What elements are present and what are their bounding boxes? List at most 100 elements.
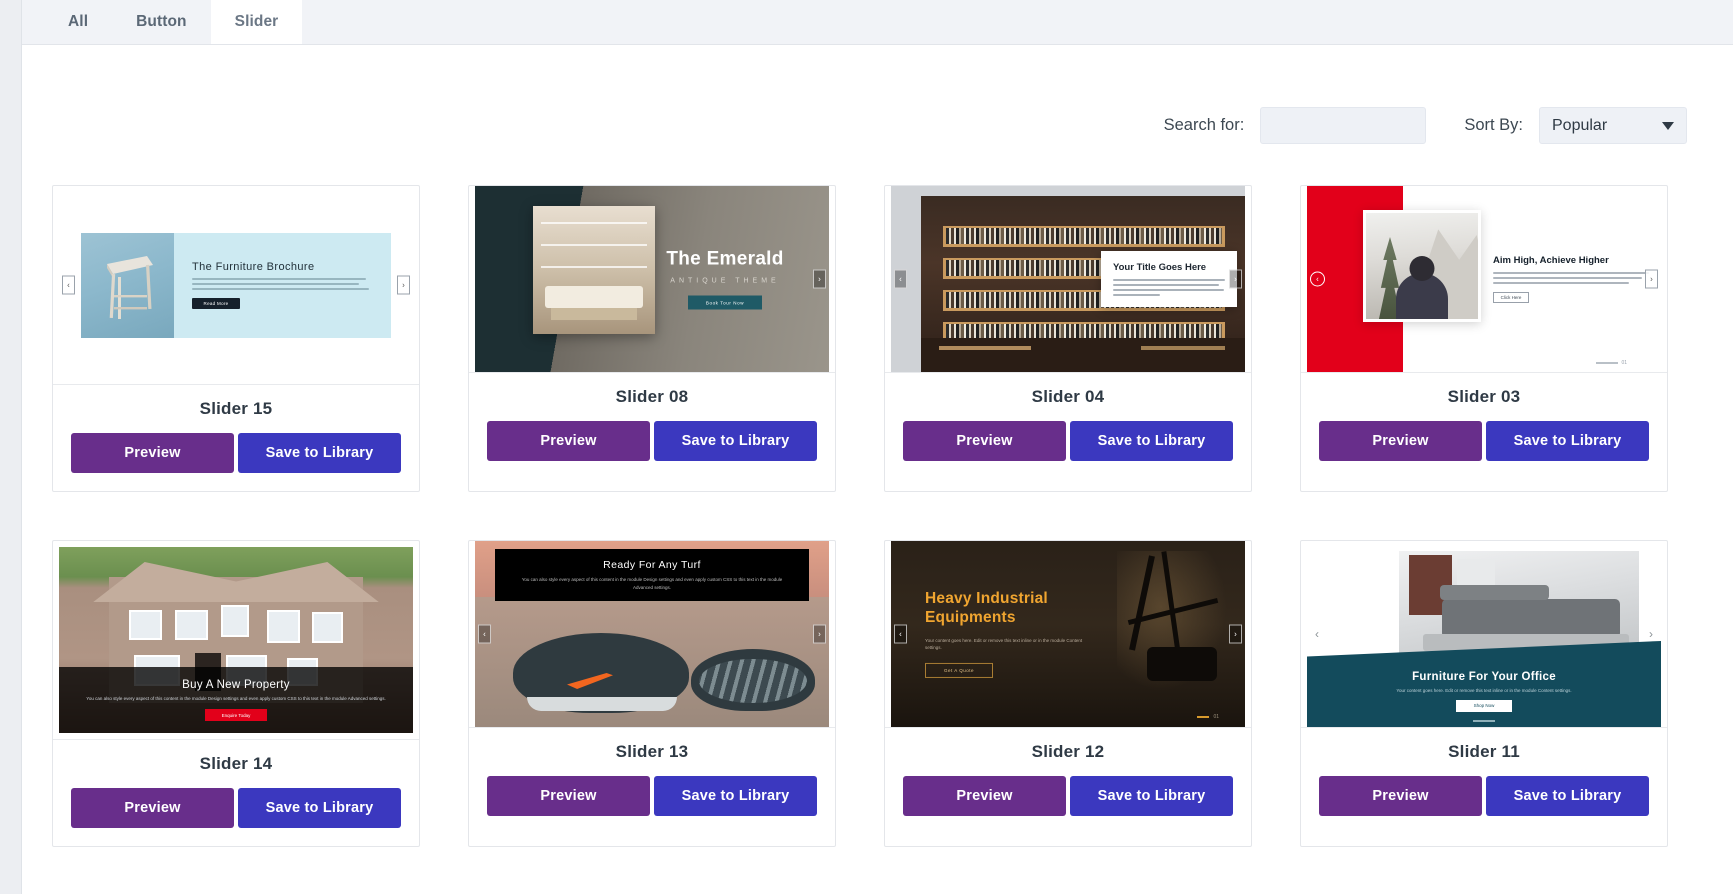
main-content: Search for: Sort By: Popular The Furnitu… bbox=[22, 45, 1733, 894]
next-arrow-icon[interactable]: › bbox=[813, 624, 826, 644]
prev-arrow-icon[interactable]: ‹ bbox=[62, 275, 75, 295]
slide-body-lines bbox=[1113, 279, 1225, 296]
preview-button[interactable]: Preview bbox=[903, 421, 1066, 461]
preview-button[interactable]: Preview bbox=[903, 776, 1066, 816]
slider-card: The Furniture Brochure Your content goes… bbox=[52, 185, 420, 492]
slide-heading: Ready For Any Turf bbox=[603, 559, 701, 572]
slide-cta-button[interactable]: Click Here bbox=[1493, 292, 1529, 303]
slide-cta-button[interactable]: Book Tour Now bbox=[688, 295, 762, 310]
tab-all[interactable]: All bbox=[44, 0, 112, 44]
slider-stage: Furniture For Your Office Your content g… bbox=[1307, 541, 1661, 727]
card-footer: Slider 14 Preview Save to Library bbox=[53, 739, 419, 846]
slide-cta-button[interactable]: Read More bbox=[192, 298, 240, 309]
slide-pager[interactable] bbox=[1473, 720, 1495, 722]
card-title: Slider 04 bbox=[1031, 387, 1105, 406]
slide-heading: Furniture For Your Office bbox=[1412, 670, 1556, 683]
filter-toolbar: Search for: Sort By: Popular bbox=[1164, 107, 1687, 144]
aim-high-text-block: Aim High, Achieve Higher Your content go… bbox=[1493, 255, 1651, 303]
mountain-hiker-image bbox=[1363, 210, 1481, 322]
next-arrow-icon[interactable]: › bbox=[813, 269, 826, 289]
card-preview-slider-11[interactable]: Furniture For Your Office Your content g… bbox=[1307, 541, 1661, 727]
tab-button-label: Button bbox=[136, 13, 187, 30]
save-to-library-button[interactable]: Save to Library bbox=[238, 788, 401, 828]
slide-cta-button[interactable]: Enquire Today bbox=[205, 709, 267, 722]
industrial-crane-image bbox=[1117, 551, 1227, 691]
slide-cta-button[interactable]: Shop Now bbox=[1456, 699, 1512, 712]
slide-cta-label: Enquire Today bbox=[221, 712, 251, 718]
next-arrow-icon[interactable]: › bbox=[1229, 269, 1242, 289]
furniture-stool-image bbox=[81, 232, 174, 338]
save-to-library-button[interactable]: Save to Library bbox=[238, 433, 401, 473]
prev-arrow-icon[interactable]: ‹ bbox=[894, 269, 907, 289]
slider-card: Buy A New Property You can also style ev… bbox=[52, 540, 420, 847]
slide-heading: Heavy Industrial Equipments bbox=[925, 589, 1048, 626]
next-arrow-icon[interactable]: › bbox=[1229, 624, 1242, 644]
card-title: Slider 08 bbox=[615, 387, 689, 406]
tab-strip: All Button Slider bbox=[22, 0, 1733, 45]
card-preview-slider-03[interactable]: Aim High, Achieve Higher Your content go… bbox=[1307, 186, 1661, 372]
prev-arrow-icon[interactable]: ‹ bbox=[478, 624, 491, 644]
card-preview-slider-04[interactable]: Your Title Goes Here Your content goes h… bbox=[891, 186, 1245, 372]
prev-arrow-icon[interactable]: ‹ bbox=[1315, 627, 1319, 641]
preview-button[interactable]: Preview bbox=[1319, 776, 1482, 816]
sort-group: Sort By: Popular bbox=[1464, 107, 1687, 144]
slide-pager[interactable]: 01 bbox=[1197, 714, 1219, 720]
slider-card: Heavy Industrial Equipments Your content… bbox=[884, 540, 1252, 847]
office-text-block: Furniture For Your Office Your content g… bbox=[1307, 641, 1661, 727]
slider-stage: The Emerald ANTIQUE THEME Book Tour Now … bbox=[475, 186, 829, 372]
card-preview-slider-15[interactable]: The Furniture Brochure Your content goes… bbox=[59, 192, 413, 378]
card-preview-slider-08[interactable]: The Emerald ANTIQUE THEME Book Tour Now … bbox=[475, 186, 829, 372]
slider-card: Furniture For Your Office Your content g… bbox=[1300, 540, 1668, 847]
turf-overlay-box: Ready For Any Turf You can also style ev… bbox=[495, 549, 809, 601]
card-preview-slider-12[interactable]: Heavy Industrial Equipments Your content… bbox=[891, 541, 1245, 727]
search-input[interactable] bbox=[1260, 107, 1427, 144]
slide-cta-label: Get A Quote bbox=[943, 668, 975, 674]
tab-button[interactable]: Button bbox=[112, 0, 211, 44]
slide-cta-button[interactable]: Get A Quote bbox=[925, 663, 993, 679]
prev-arrow-icon[interactable]: ‹ bbox=[1310, 271, 1325, 287]
preview-button[interactable]: Preview bbox=[71, 788, 234, 828]
card-actions: Preview Save to Library bbox=[903, 421, 1233, 461]
person-shape bbox=[1396, 273, 1448, 319]
title-card: Your Title Goes Here Your content goes h… bbox=[1101, 251, 1237, 307]
slide-body-text: You can also style every aspect of this … bbox=[521, 577, 783, 590]
office-furniture-image bbox=[1399, 551, 1639, 655]
pager-number: 01 bbox=[1621, 360, 1627, 366]
save-to-library-button[interactable]: Save to Library bbox=[1486, 421, 1649, 461]
card-footer: Slider 04 Preview Save to Library bbox=[885, 372, 1251, 479]
next-arrow-icon[interactable]: › bbox=[1649, 627, 1653, 641]
next-arrow-icon[interactable]: › bbox=[1645, 269, 1658, 289]
card-title: Slider 11 bbox=[1448, 742, 1520, 761]
tab-slider[interactable]: Slider bbox=[210, 0, 303, 44]
stool-illustration bbox=[106, 256, 153, 319]
card-preview-slider-13[interactable]: Ready For Any Turf You can also style ev… bbox=[475, 541, 829, 727]
preview-button[interactable]: Preview bbox=[487, 421, 650, 461]
save-to-library-button[interactable]: Save to Library bbox=[1070, 421, 1233, 461]
slide-pager[interactable]: 01 bbox=[1596, 360, 1627, 366]
industrial-text-block: Heavy Industrial Equipments Your content… bbox=[925, 589, 1100, 679]
save-to-library-button[interactable]: Save to Library bbox=[1070, 776, 1233, 816]
save-to-library-button[interactable]: Save to Library bbox=[654, 421, 817, 461]
slide-body-lines bbox=[192, 278, 373, 290]
next-arrow-icon[interactable]: › bbox=[397, 275, 410, 295]
card-footer: Slider 13 Preview Save to Library bbox=[469, 727, 835, 834]
sort-select[interactable]: Popular bbox=[1539, 107, 1687, 144]
slide-heading: The Emerald bbox=[666, 248, 784, 270]
card-actions: Preview Save to Library bbox=[487, 421, 817, 461]
card-preview-slider-14[interactable]: Buy A New Property You can also style ev… bbox=[59, 547, 413, 733]
slide-body-lines bbox=[1493, 272, 1651, 284]
slide-heading: Your Title Goes Here bbox=[1113, 262, 1207, 273]
slider-card: Aim High, Achieve Higher Your content go… bbox=[1300, 185, 1668, 492]
left-rail bbox=[0, 0, 22, 894]
card-actions: Preview Save to Library bbox=[1319, 776, 1649, 816]
prev-arrow-icon[interactable]: ‹ bbox=[894, 624, 907, 644]
preview-button[interactable]: Preview bbox=[487, 776, 650, 816]
save-to-library-button[interactable]: Save to Library bbox=[1486, 776, 1649, 816]
card-title: Slider 03 bbox=[1447, 387, 1521, 406]
preview-button[interactable]: Preview bbox=[71, 433, 234, 473]
slider-grid: The Furniture Brochure Your content goes… bbox=[52, 185, 1692, 847]
save-to-library-button[interactable]: Save to Library bbox=[654, 776, 817, 816]
preview-button[interactable]: Preview bbox=[1319, 421, 1482, 461]
slide-cta-label: Click Here bbox=[1500, 295, 1522, 300]
slider-card: Ready For Any Turf You can also style ev… bbox=[468, 540, 836, 847]
